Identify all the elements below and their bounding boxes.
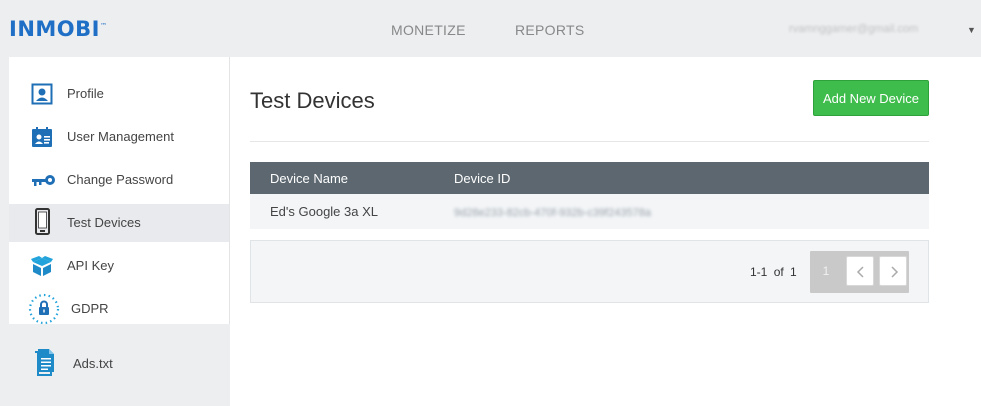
page-range-info: 1-1 of 1 [750, 265, 797, 279]
page-total: 1 [790, 265, 797, 279]
sidebar-item-profile[interactable]: Profile [9, 75, 229, 113]
divider [250, 141, 929, 142]
lock-icon [28, 293, 60, 325]
sidebar-item-user-management[interactable]: User Management [9, 118, 229, 156]
table-header-row: Device Name Device ID [250, 162, 929, 194]
column-header-device-id[interactable]: Device ID [454, 162, 929, 194]
device-name-cell: Ed's Google 3a XL [250, 194, 454, 229]
sidebar-item-label: Test Devices [67, 215, 141, 230]
pagination-footer: 1-1 of 1 1 [250, 240, 929, 303]
document-icon [34, 348, 56, 376]
sidebar-item-label: User Management [67, 129, 174, 144]
chevron-right-icon [891, 266, 899, 278]
page-number-current[interactable]: 1 [812, 256, 840, 286]
inmobi-logo[interactable]: INMOBI™ [9, 17, 107, 41]
nav-monetize[interactable]: MONETIZE [391, 22, 466, 38]
previous-page-button[interactable] [846, 256, 874, 286]
profile-icon [31, 83, 53, 105]
chevron-down-icon[interactable]: ▼ [967, 25, 976, 35]
device-id-value: 9d28e233-82cb-470f-932b-c39f243578a [454, 207, 651, 219]
sidebar-item-ads-txt[interactable]: Ads.txt [34, 348, 154, 378]
nav-reports[interactable]: REPORTS [515, 22, 585, 38]
sidebar-item-label: Change Password [67, 172, 174, 187]
pagination-controls: 1 [810, 251, 909, 293]
add-new-device-button[interactable]: Add New Device [813, 80, 929, 116]
account-email[interactable]: rvamnggamer@gmail.com [789, 23, 918, 35]
page-of-label: of [773, 265, 784, 279]
sidebar-item-label: API Key [67, 258, 114, 273]
user-management-icon [31, 126, 53, 148]
page-range: 1-1 [750, 265, 768, 279]
test-devices-table: Device Name Device ID Ed's Google 3a XL … [250, 162, 929, 229]
phone-icon [31, 208, 53, 235]
box-icon [31, 255, 53, 277]
top-navigation-bar: INMOBI™ MONETIZE REPORTS rvamnggamer@gma… [0, 0, 981, 57]
sidebar-item-label: Profile [67, 86, 104, 101]
settings-sidebar: Profile User Management Change Password … [9, 57, 230, 325]
page-title: Test Devices [250, 88, 375, 113]
sidebar-item-label: Ads.txt [73, 356, 113, 371]
device-id-cell: 9d28e233-82cb-470f-932b-c39f243578a [454, 194, 929, 229]
column-header-device-name[interactable]: Device Name [250, 162, 454, 194]
main-panel: Test Devices Add New Device Device Name … [230, 57, 981, 406]
logo-text: INMOBI [9, 17, 100, 41]
next-page-button[interactable] [879, 256, 907, 286]
sidebar-item-change-password[interactable]: Change Password [9, 161, 229, 199]
chevron-left-icon [856, 266, 864, 278]
sidebar-item-gdpr[interactable]: GDPR [9, 290, 229, 328]
sidebar-item-test-devices[interactable]: Test Devices [9, 204, 229, 242]
table-row[interactable]: Ed's Google 3a XL 9d28e233-82cb-470f-932… [250, 194, 929, 229]
sidebar-item-api-key[interactable]: API Key [9, 247, 229, 285]
sidebar-item-label: GDPR [71, 301, 109, 316]
key-icon [31, 169, 55, 191]
